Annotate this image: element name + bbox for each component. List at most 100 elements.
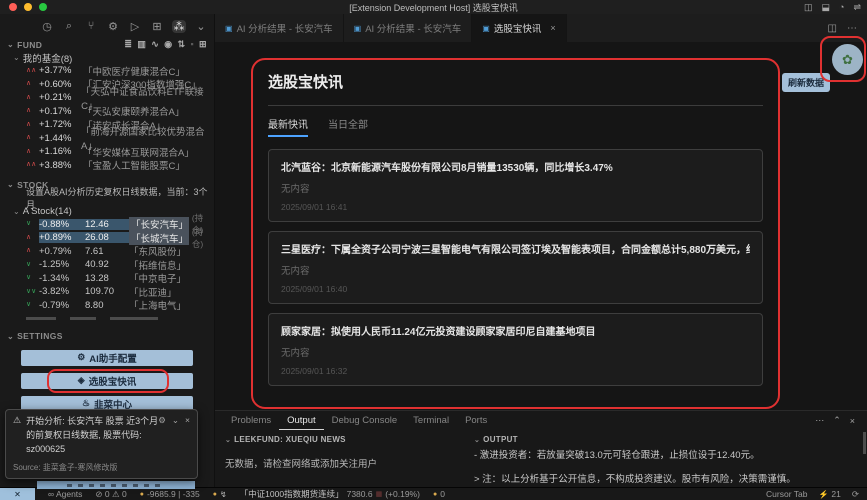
tab-output[interactable]: Output xyxy=(279,411,324,430)
search-icon[interactable]: ⌕ xyxy=(62,20,76,33)
divider xyxy=(268,105,763,106)
remote-indicator[interactable]: ✕ xyxy=(0,487,35,500)
scrollbar-thumb[interactable] xyxy=(863,432,866,454)
pnl-status[interactable]: ● -9685.9 | -335 xyxy=(140,489,200,499)
stock-row-clipped[interactable] xyxy=(0,312,214,326)
square-icon[interactable]: ▪ xyxy=(190,39,194,50)
close-panel-icon[interactable]: × xyxy=(850,416,855,426)
stock-row[interactable]: ∨ -0.79% 8.80 「上海电气」 xyxy=(0,299,214,313)
coin-zero-status[interactable]: ● 0 xyxy=(433,489,445,499)
sidebar: ◷ ⌕ ⑂ ⚙ ▷ ⊞ ⁂ ⌄ ⌄ FUND ≣ ▥ ∿ ◉ ⇅ ▪ ⊞ ⌄ 我… xyxy=(0,14,215,489)
cursor-tab-status[interactable]: Cursor Tab xyxy=(766,489,807,499)
workbench: ◷ ⌕ ⑂ ⚙ ▷ ⊞ ⁂ ⌄ ⌄ FUND ≣ ▥ ∿ ◉ ⇅ ▪ ⊞ ⌄ 我… xyxy=(0,14,867,489)
avatar[interactable]: ✿ xyxy=(832,44,863,75)
tab-problems[interactable]: Problems xyxy=(223,411,279,430)
ai-assistant-config-button[interactable]: ⚙ AI助手配置 xyxy=(21,349,193,366)
output-line: > 注：以上分析基于公开信息，不构成投资建议。股市有风险，决策需谨慎。 xyxy=(474,474,796,485)
fund-section-header[interactable]: ⌄ FUND ≣ ▥ ∿ ◉ ⇅ ▪ ⊞ xyxy=(0,38,214,51)
bar-chart-icon[interactable]: ▥ xyxy=(137,39,146,50)
tab-latest-news[interactable]: 最新快讯 xyxy=(268,116,308,137)
remote-icon: ✕ xyxy=(14,489,21,499)
tab-xuangubao-news[interactable]: ▣ 选股宝快讯 × xyxy=(472,14,567,42)
down-arrow-icon: ∨ xyxy=(26,301,32,309)
chevron-down-icon: ⌄ xyxy=(225,437,232,444)
debug-icon[interactable]: ▷ xyxy=(128,20,142,33)
news-card[interactable]: 顾家家居：拟使用人民币11.24亿元投资建设顾家家居印尼自建基地项目 无内容 2… xyxy=(268,313,763,386)
tab-today-all[interactable]: 当日全部 xyxy=(328,116,368,137)
list-icon[interactable]: ≣ xyxy=(124,39,132,50)
stock-row[interactable]: ∨ -1.25% 40.92 「拓维信息」 xyxy=(0,258,214,272)
usage-status[interactable]: ⚡ 21 xyxy=(818,489,840,499)
chevron-down-icon[interactable]: ⌄ xyxy=(172,415,179,457)
agents-status[interactable]: ∞ Agents xyxy=(48,489,82,499)
news-card[interactable]: 北汽蓝谷：北京新能源汽车股份有限公司8月销量13530辆，同比增长3.47% 无… xyxy=(268,149,763,222)
close-icon[interactable]: × xyxy=(185,415,190,457)
record-icon[interactable]: ◉ xyxy=(164,39,172,50)
fund-row[interactable]: ∧∧ +3.88% 「宝盈人工智能股票C」 xyxy=(0,159,214,173)
fund-row[interactable]: ∧ +0.21% 「天弘中证食品饮料ETF联接C」 xyxy=(0,87,214,112)
more-views-icon[interactable]: ⌄ xyxy=(194,20,208,33)
tab-ports[interactable]: Ports xyxy=(457,411,495,430)
fund-row[interactable]: ∧ +1.16% 「华安媒体互联网混合A」 xyxy=(0,145,214,159)
down-arrow-icon: ∨∨ xyxy=(26,287,37,295)
problems-status[interactable]: ⊘ 0 ⚠ 0 xyxy=(95,489,126,500)
tab-terminal[interactable]: Terminal xyxy=(405,411,457,430)
toggle-sidebar-icon[interactable]: ◫ xyxy=(804,2,813,13)
fund-group[interactable]: ⌄ 我的基金(8) xyxy=(0,51,214,65)
futures-ticker[interactable]: 「中证1000指数期货连续」 7380.6 ▦ (+0.19%) xyxy=(240,488,420,500)
stock-row[interactable]: ∨ -1.34% 13.28 「中京电子」 xyxy=(0,272,214,286)
output-header[interactable]: ⌄ OUTPUT xyxy=(474,435,857,444)
bowl-icon: ♨ xyxy=(81,398,91,408)
activity-bar: ◷ ⌕ ⑂ ⚙ ▷ ⊞ ⁂ ⌄ xyxy=(0,14,214,38)
tab-ai-analysis-1[interactable]: ▣ AI 分析结果 - 长安汽车 xyxy=(215,14,344,42)
refresh-data-button[interactable]: 刷新数据 xyxy=(782,73,830,92)
output-channel-header[interactable]: ⌄ LEEKFUND: XUEQIU NEWS xyxy=(225,435,452,444)
xuangubao-news-button[interactable]: ◈ 选股宝快讯 xyxy=(21,368,193,393)
output-column: ⌄ OUTPUT - 激进投资者：若放量突破13.0元可轻仓跟进，止损位设于12.… xyxy=(462,430,867,487)
tab-ai-analysis-2[interactable]: ▣ AI 分析结果 - 长安汽车 xyxy=(343,14,473,42)
customize-layout-icon[interactable]: ◔ xyxy=(839,2,844,12)
sync-icon[interactable]: ⇌ xyxy=(853,2,861,13)
fund-row[interactable]: ∧ +1.44% 「前海开源国家比较优势混合A」 xyxy=(0,127,214,152)
more-actions-icon[interactable]: ⋯ xyxy=(815,415,824,426)
tab-debug-console[interactable]: Debug Console xyxy=(324,411,406,430)
fund-row[interactable]: ∧ +0.17% 「天弘安康颐养混合A」 xyxy=(0,105,214,119)
news-card[interactable]: 三星医疗：下属全资子公司宁波三星智能电气有限公司签订埃及智能表项目，合同金额总计… xyxy=(268,231,763,304)
leek-avatar-icon: ✿ xyxy=(842,51,853,67)
stock-row-greatwall[interactable]: ∧ +0.89% 26.08 「长城汽车」 (持仓) xyxy=(0,227,214,249)
page-title: 选股宝快讯 xyxy=(268,74,344,91)
gear-icon[interactable]: ⚙ xyxy=(158,415,166,457)
collapse-panel-icon[interactable]: ⌃ xyxy=(833,415,841,426)
extension-icon: ▣ xyxy=(482,23,490,33)
stock-row[interactable]: ∨∨ -3.82% 109.70 「比亚迪」 xyxy=(0,285,214,299)
up-arrow-icon: ∧∧ xyxy=(26,66,37,74)
editor-tab-bar: ▣ AI 分析结果 - 长安汽车 ▣ AI 分析结果 - 长安汽车 ▣ 选股宝快… xyxy=(215,14,867,42)
line-chart-icon[interactable]: ∿ xyxy=(151,39,159,50)
up-arrow-icon: ∧ xyxy=(26,107,32,115)
add-icon[interactable]: ⊞ xyxy=(199,39,207,50)
source-control-icon[interactable]: ⑂ xyxy=(84,20,98,32)
up-arrow-icon: ∧ xyxy=(26,120,32,128)
down-arrow-icon: ∨ xyxy=(26,274,32,282)
settings-section-header[interactable]: ⌄ SETTINGS xyxy=(0,330,214,343)
zoom-window-button[interactable] xyxy=(39,3,47,11)
toggle-panel-icon[interactable]: ⬓ xyxy=(822,2,831,13)
lightning-icon: ⚡ xyxy=(818,489,829,499)
close-window-button[interactable] xyxy=(9,3,17,11)
stock-row[interactable]: ∧ +0.79% 7.61 「东风股份」 xyxy=(0,245,214,259)
close-icon[interactable]: × xyxy=(550,23,555,33)
extensions-icon[interactable]: ⊞ xyxy=(150,20,164,33)
split-editor-icon[interactable]: ◫ xyxy=(828,23,837,34)
history-icon[interactable]: ◷ xyxy=(40,20,54,33)
partially-hidden-blue-button[interactable] xyxy=(37,481,195,489)
fund-row[interactable]: ∧∧ +3.77% 「中欧医疗健康混合C」 xyxy=(0,64,214,78)
settings-icon[interactable]: ⚙ xyxy=(106,20,120,33)
leek-fund-icon[interactable]: ⁂ xyxy=(172,19,186,33)
fund-toggle-icons[interactable]: ● ↯ xyxy=(213,490,227,499)
extension-icon: ▣ xyxy=(353,23,362,33)
more-actions-icon[interactable]: ⋯ xyxy=(847,23,857,34)
sort-icon[interactable]: ⇅ xyxy=(178,39,186,50)
minimize-window-button[interactable] xyxy=(24,3,32,11)
notifications-icon[interactable]: ⟳ xyxy=(852,489,859,500)
stock-row-changan[interactable]: ∨ -0.88% 12.46 「长安汽车」 (持仓) xyxy=(0,213,214,235)
